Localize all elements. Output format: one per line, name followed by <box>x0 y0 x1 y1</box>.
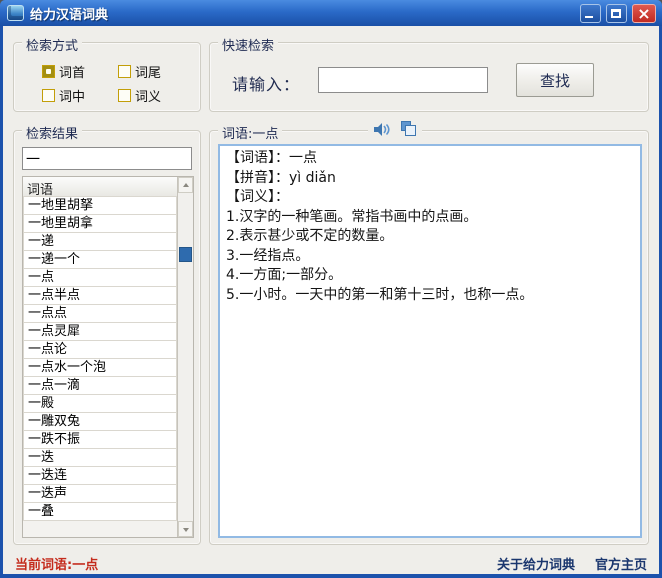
speaker-icon[interactable] <box>373 121 391 138</box>
scroll-track[interactable] <box>178 193 193 521</box>
result-item[interactable]: 一殿 <box>23 394 178 413</box>
main-content: 检索方式 词首 词尾 词中 词义 快速检索 请输入： 查找 检索结果 一 词语 … <box>3 26 659 574</box>
result-item[interactable]: 一跌不振 <box>23 430 178 449</box>
scroll-up-button[interactable] <box>178 177 193 193</box>
app-window: 给力汉语词典 × 检索方式 词首 词尾 词中 词义 快速检索 请输入： 查找 检… <box>0 0 662 578</box>
result-item[interactable]: 一雕双兔 <box>23 412 178 431</box>
definition-line: 【词语】：一点 <box>226 150 317 166</box>
result-item[interactable]: 一叠 <box>23 502 178 521</box>
close-button[interactable]: × <box>632 4 656 23</box>
search-mode-option[interactable]: 词首 <box>42 59 118 83</box>
checkbox-label: 词义 <box>135 89 162 105</box>
maximize-icon <box>611 9 621 18</box>
checkbox-icon <box>118 64 131 78</box>
result-item[interactable]: 一点水一个泡 <box>23 358 178 377</box>
word-detail-title: 词语:一点 <box>218 123 283 142</box>
word-detail-group: 词语:一点 【词语】：一点 【拼音】：yì diǎn 【词义】： 1.汉字的一种… <box>209 121 649 545</box>
copy-icon[interactable] <box>401 121 417 137</box>
result-item[interactable]: 一点点 <box>23 304 178 323</box>
statusbar: 当前词语:一点 关于给力词典 官方主页 <box>3 549 659 574</box>
definition-line: 5.一小时。一天中的第一和第十三时，也称一点。 <box>226 286 534 303</box>
results-grid: 词语 一地里胡拏 一地里胡拿 一递 一递一个 一点 一点半点 一点点 一点灵犀 … <box>22 176 194 538</box>
quick-search-group: 快速检索 请输入： 查找 <box>209 35 649 112</box>
search-results-title: 检索结果 <box>22 123 83 142</box>
results-list: 词语 一地里胡拏 一地里胡拿 一递 一递一个 一点 一点半点 一点点 一点灵犀 … <box>23 177 178 537</box>
results-column-header: 词语 <box>23 177 178 198</box>
search-mode-title: 检索方式 <box>22 35 83 54</box>
scroll-up-icon <box>183 183 190 187</box>
checkbox-label: 词尾 <box>135 65 162 81</box>
result-item[interactable]: 一点一滴 <box>23 376 178 395</box>
definition-line: 3.一经指点。 <box>226 247 310 264</box>
scroll-down-button[interactable] <box>178 521 193 537</box>
minimize-button[interactable] <box>580 4 601 23</box>
scroll-thumb[interactable] <box>179 247 193 262</box>
result-item[interactable]: 一点灵犀 <box>23 322 178 341</box>
definition-line: 1.汉字的一种笔画。常指书画中的点画。 <box>226 208 478 225</box>
definition-line: 【拼音】：yì diǎn <box>226 169 336 186</box>
definition-line: 2.表示甚少或不定的数量。 <box>226 228 394 244</box>
search-mode-options: 词首 词尾 词中 词义 <box>42 59 194 107</box>
result-item[interactable]: 一点半点 <box>23 286 178 305</box>
input-prompt-label: 请输入： <box>232 75 301 94</box>
minimize-icon <box>585 16 593 18</box>
current-word-status: 当前词语:一点 <box>15 558 99 573</box>
search-mode-option[interactable]: 词中 <box>42 83 118 107</box>
search-mode-option[interactable]: 词义 <box>118 83 194 107</box>
window-title: 给力汉语词典 <box>30 7 109 23</box>
filter-input[interactable] <box>22 147 192 170</box>
result-item[interactable]: 一点 <box>23 268 178 287</box>
search-mode-group: 检索方式 词首 词尾 词中 词义 <box>13 35 201 112</box>
result-item[interactable]: 一迭 <box>23 448 178 467</box>
quick-search-title: 快速检索 <box>218 35 279 54</box>
quick-search-input[interactable] <box>318 67 488 93</box>
result-item[interactable]: 一迭连 <box>23 466 178 485</box>
checkbox-icon <box>118 88 131 102</box>
definition-line: 4.一方面;一部分。 <box>226 267 343 283</box>
checkbox-icon <box>42 64 55 78</box>
close-icon: × <box>637 4 651 23</box>
results-rows: 一地里胡拏 一地里胡拿 一递 一递一个 一点 一点半点 一点点 一点灵犀 一点论… <box>23 196 178 521</box>
search-mode-option[interactable]: 词尾 <box>118 59 194 83</box>
result-item[interactable]: 一地里胡拏 <box>23 196 178 215</box>
find-button[interactable]: 查找 <box>516 63 594 97</box>
window-controls: × <box>580 4 656 23</box>
result-item[interactable]: 一地里胡拿 <box>23 214 178 233</box>
result-item[interactable]: 一点论 <box>23 340 178 359</box>
status-links: 关于给力词典 官方主页 <box>497 554 647 573</box>
about-link[interactable]: 关于给力词典 <box>497 554 575 573</box>
maximize-button[interactable] <box>606 4 627 23</box>
checkbox-label: 词首 <box>59 65 86 81</box>
scroll-down-icon <box>183 528 190 532</box>
titlebar[interactable]: 给力汉语词典 × <box>0 0 662 26</box>
search-results-group: 检索结果 词语 一地里胡拏 一地里胡拿 一递 一递一个 <box>13 123 201 545</box>
definition-box[interactable]: 【词语】：一点 【拼音】：yì diǎn 【词义】： 1.汉字的一种笔画。常指书… <box>218 144 642 538</box>
homepage-link[interactable]: 官方主页 <box>595 554 647 573</box>
checkbox-label: 词中 <box>59 89 86 105</box>
definition-line: 【词义】： <box>226 189 289 205</box>
checkbox-icon <box>42 88 55 102</box>
app-icon <box>7 5 24 21</box>
results-scrollbar[interactable] <box>177 177 193 537</box>
result-item[interactable]: 一迭声 <box>23 484 178 503</box>
result-item[interactable]: 一递 <box>23 232 178 251</box>
word-toolbar <box>368 121 422 138</box>
result-item[interactable]: 一递一个 <box>23 250 178 269</box>
